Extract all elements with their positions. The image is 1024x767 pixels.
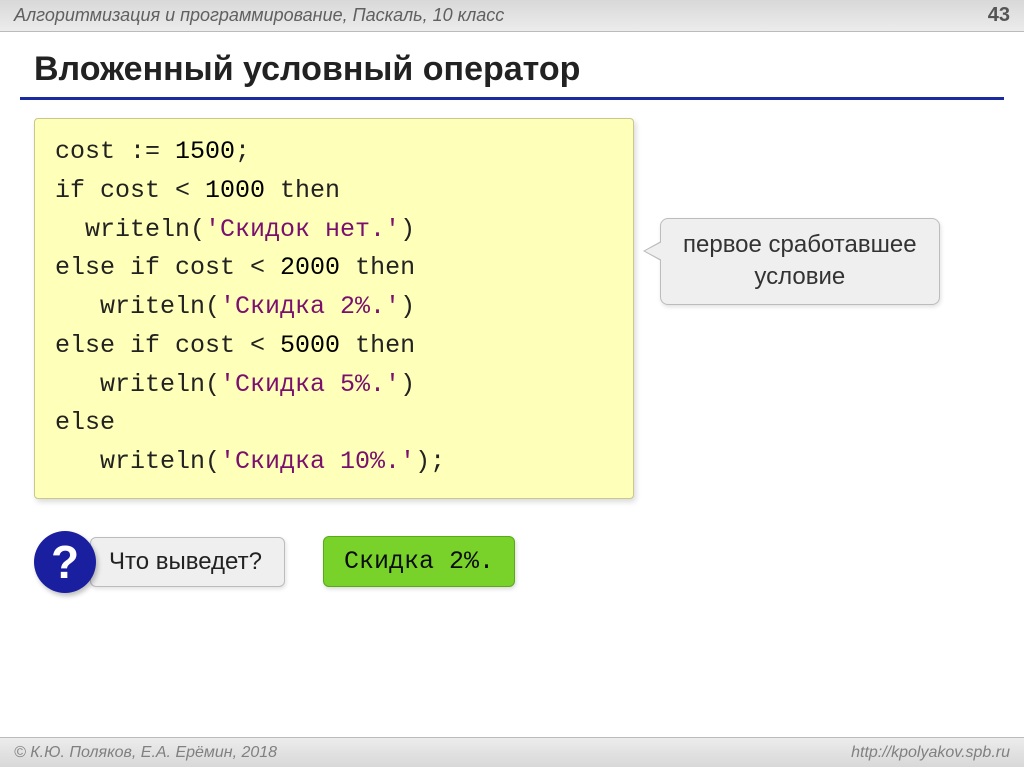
annotation-text: первое сработавшее условие [683, 231, 917, 290]
slide-header: Алгоритмизация и программирование, Паска… [0, 0, 1024, 32]
question-mark-icon: ? [34, 531, 96, 593]
footer-left: © К.Ю. Поляков, Е.А. Ерёмин, 2018 [14, 744, 277, 762]
annotation-callout: первое сработавшее условие [660, 218, 940, 305]
code-block: cost := 1500; if cost < 1000 then writel… [34, 118, 634, 499]
question-box: Что выведет? [90, 537, 285, 587]
page-number: 43 [988, 4, 1010, 27]
answer-box: Скидка 2%. [323, 536, 515, 587]
page-title: Вложенный условный оператор [0, 32, 1024, 97]
title-divider [20, 97, 1004, 100]
content-area: cost := 1500; if cost < 1000 then writel… [0, 118, 1024, 593]
header-title: Алгоритмизация и программирование, Паска… [14, 5, 504, 26]
question-row: ? Что выведет? Скидка 2%. [34, 531, 990, 593]
slide-footer: © К.Ю. Поляков, Е.А. Ерёмин, 2018 http:/… [0, 737, 1024, 767]
footer-right: http://kpolyakov.spb.ru [851, 744, 1010, 762]
